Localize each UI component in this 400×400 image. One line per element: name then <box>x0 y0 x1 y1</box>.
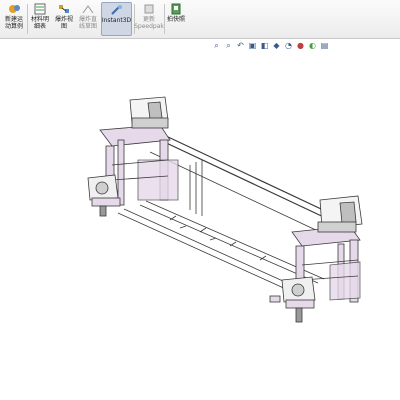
base-rail <box>123 208 295 287</box>
assembly-model-viewport[interactable] <box>0 0 400 400</box>
right-motor-unit <box>269 276 316 323</box>
upper-beam <box>159 139 331 221</box>
base-rail <box>139 204 319 284</box>
upper-beam <box>165 135 337 217</box>
base-cross-members <box>169 215 267 261</box>
left-motor-unit <box>87 174 121 217</box>
base-rail <box>117 212 289 291</box>
middle-posts <box>189 160 203 216</box>
